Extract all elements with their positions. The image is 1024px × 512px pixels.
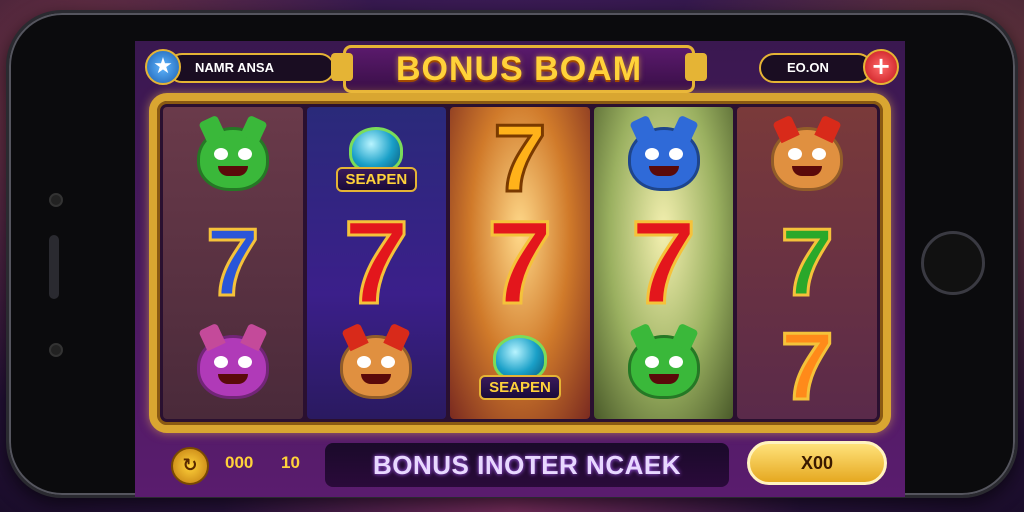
reel-2: SEAPEN 7	[306, 107, 447, 419]
gem-symbol: SEAPEN	[335, 126, 418, 192]
gem-symbol: SEAPEN	[479, 334, 561, 400]
gem-icon	[492, 334, 547, 381]
side-button	[49, 235, 59, 299]
reel-2-symbol-3	[321, 319, 431, 415]
seven-red-symbol: 7	[342, 197, 411, 329]
spin-coin-icon[interactable]: ↻	[171, 447, 209, 485]
win-value: 000	[225, 453, 254, 472]
reel-3: 7 7 SEAPEN	[450, 107, 590, 419]
game-screen: NAΜR ANSA ★ BONUS BOAM EO.ON + 7 SEAPEN 7 7…	[135, 41, 905, 497]
seven-red-symbol: 7	[486, 197, 555, 329]
reel-1-symbol-2: 7	[178, 209, 288, 316]
reels: 7 SEAPEN 7 7 7 SEAPEN 7 7 7	[163, 107, 877, 419]
reel-3-symbol-2: 7	[465, 203, 575, 324]
plus-icon[interactable]: +	[863, 49, 899, 85]
creature-green-icon	[196, 114, 269, 191]
creature-blue-icon	[627, 114, 700, 191]
creature-red-icon	[771, 114, 844, 191]
bet-value: 10	[281, 453, 300, 472]
seven-blue-symbol: 7	[205, 209, 261, 316]
reel-1: 7	[163, 107, 303, 419]
reel-4-symbol-1	[609, 111, 719, 207]
title-plate: BONUS BOAM	[343, 45, 695, 93]
gem-label: SEAPEN	[335, 166, 418, 192]
seven-orange-symbol: 7	[779, 313, 835, 420]
bottom-bar: ↻ 000 10 BONUS INOTER NCAEK X00	[135, 437, 905, 497]
reel-5-symbol-2: 7	[752, 209, 862, 316]
reel-4: 7	[593, 107, 734, 419]
camera-dot	[49, 193, 63, 207]
reel-1-symbol-1	[178, 111, 288, 207]
reel-2-symbol-1: SEAPEN	[321, 111, 431, 207]
seven-gold-symbol: 7	[492, 105, 548, 212]
player-name: NAΜR ANSA	[195, 60, 274, 75]
seven-green-symbol: 7	[779, 209, 835, 316]
reel-3-symbol-3: SEAPEN	[465, 319, 575, 415]
game-title: BONUS BOAM	[395, 50, 643, 88]
title-ornament-right	[685, 53, 707, 81]
creature-red-icon	[340, 322, 413, 399]
reel-3-symbol-1: 7	[465, 105, 575, 212]
reel-frame: 7 SEAPEN 7 7 7 SEAPEN 7 7 7	[149, 93, 891, 433]
star-icon[interactable]: ★	[145, 49, 181, 85]
seven-red-symbol: 7	[629, 197, 698, 329]
home-button[interactable]	[921, 231, 985, 295]
top-bar: NAΜR ANSA ★ BONUS BOAM EO.ON +	[135, 45, 905, 95]
sensor-dot	[49, 343, 63, 357]
reel-5-symbol-3: 7	[752, 313, 862, 420]
creature-green-icon	[627, 322, 700, 399]
coin-balance-pill: EO.ON	[759, 53, 873, 83]
reel-5-symbol-1	[752, 111, 862, 207]
gem-label: SEAPEN	[479, 374, 561, 400]
player-name-pill: NAΜR ANSA	[167, 53, 335, 83]
reel-5: 77	[737, 107, 877, 419]
creature-purple-icon	[196, 322, 269, 399]
reel-4-symbol-3	[609, 319, 719, 415]
phone-frame: NAΜR ANSA ★ BONUS BOAM EO.ON + 7 SEAPEN 7 7…	[6, 10, 1018, 498]
title-ornament-left	[331, 53, 353, 81]
reel-4-symbol-2: 7	[609, 203, 719, 324]
coin-balance: EO.ON	[787, 60, 829, 75]
multiplier-button[interactable]: X00	[747, 441, 887, 485]
gem-icon	[349, 126, 404, 173]
reel-2-symbol-2: 7	[321, 203, 431, 324]
reel-1-symbol-3	[178, 319, 288, 415]
bonus-banner: BONUS INOTER NCAEK	[325, 443, 729, 487]
